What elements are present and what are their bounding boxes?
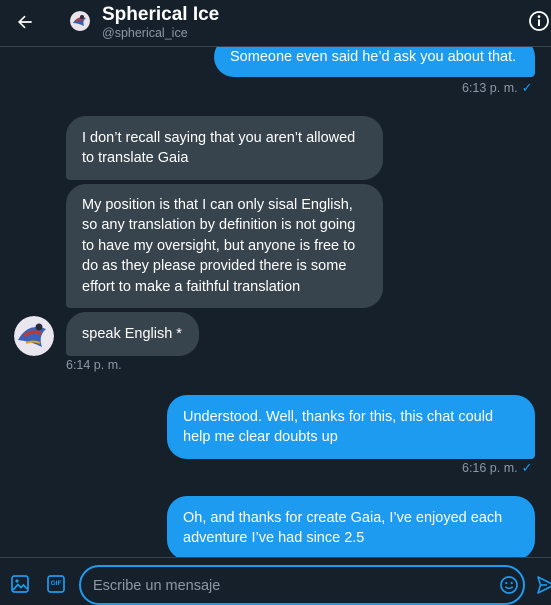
message-input[interactable] <box>93 575 493 597</box>
message-text: speak English * <box>82 325 182 342</box>
info-icon <box>529 11 549 31</box>
message-text: My position is that I can only sisal Eng… <box>82 196 353 213</box>
message-timestamp: 6:14 p. m. <box>66 358 122 372</box>
conversation-info-button[interactable] <box>528 10 550 32</box>
message-text: to translate Gaia <box>82 150 189 166</box>
message-text: I don’t recall saying that you aren’t al… <box>82 129 356 146</box>
add-media-button[interactable] <box>9 573 31 595</box>
conversation-header: Spherical Ice @spherical_ice <box>0 0 551 47</box>
message-input-box[interactable] <box>79 565 525 605</box>
sent-check-icon: ✓ <box>521 80 533 95</box>
emoji-icon <box>500 576 518 594</box>
sender-avatar[interactable] <box>14 316 54 356</box>
message-text: Understood. Well, thanks for this, this … <box>183 408 494 425</box>
message-text: Someone even said he’d ask you about tha… <box>230 48 517 65</box>
emoji-button[interactable] <box>498 574 520 596</box>
message-list[interactable]: Someone even said he’d ask you about tha… <box>0 47 551 557</box>
message-timestamp: 6:13 p. m. ✓ <box>462 80 533 95</box>
message-text: Oh, and thanks for create Gaia, I’ve enj… <box>183 509 503 526</box>
message-text: to have my oversight, but anyone is free… <box>82 237 356 254</box>
header-avatar[interactable] <box>70 11 90 31</box>
message-bubble-outgoing[interactable]: Oh, and thanks for create Gaia, I’ve enj… <box>167 496 535 557</box>
message-bubble-outgoing[interactable]: Understood. Well, thanks for this, this … <box>167 395 535 459</box>
message-composer: GIF <box>0 557 551 605</box>
message-bubble-outgoing[interactable]: Someone even said he’d ask you about tha… <box>214 47 535 77</box>
message-text: do as they please provided there is some <box>82 258 347 275</box>
message-text: so any translation by definition is not … <box>82 217 356 234</box>
contact-handle[interactable]: @spherical_ice <box>102 26 188 40</box>
message-bubble-incoming[interactable]: speak English * <box>66 312 199 356</box>
arrow-left-icon <box>18 15 32 29</box>
message-timestamp: 6:16 p. m. ✓ <box>462 460 533 475</box>
sent-check-icon: ✓ <box>521 460 533 475</box>
message-text: effort to make a faithful translation <box>82 278 301 295</box>
message-text: help me clear doubts up <box>183 429 338 445</box>
back-button[interactable] <box>12 9 38 35</box>
send-button[interactable] <box>536 575 551 595</box>
message-bubble-incoming[interactable]: My position is that I can only sisal Eng… <box>66 184 383 308</box>
message-bubble-incoming[interactable]: I don’t recall saying that you aren’t al… <box>66 116 383 180</box>
message-text: adventure I’ve had since 2.5 <box>183 530 365 546</box>
add-gif-button[interactable]: GIF <box>45 573 67 595</box>
gif-label: GIF <box>50 580 62 587</box>
contact-name[interactable]: Spherical Ice <box>102 4 219 26</box>
send-icon <box>537 576 551 594</box>
image-icon <box>11 575 29 593</box>
